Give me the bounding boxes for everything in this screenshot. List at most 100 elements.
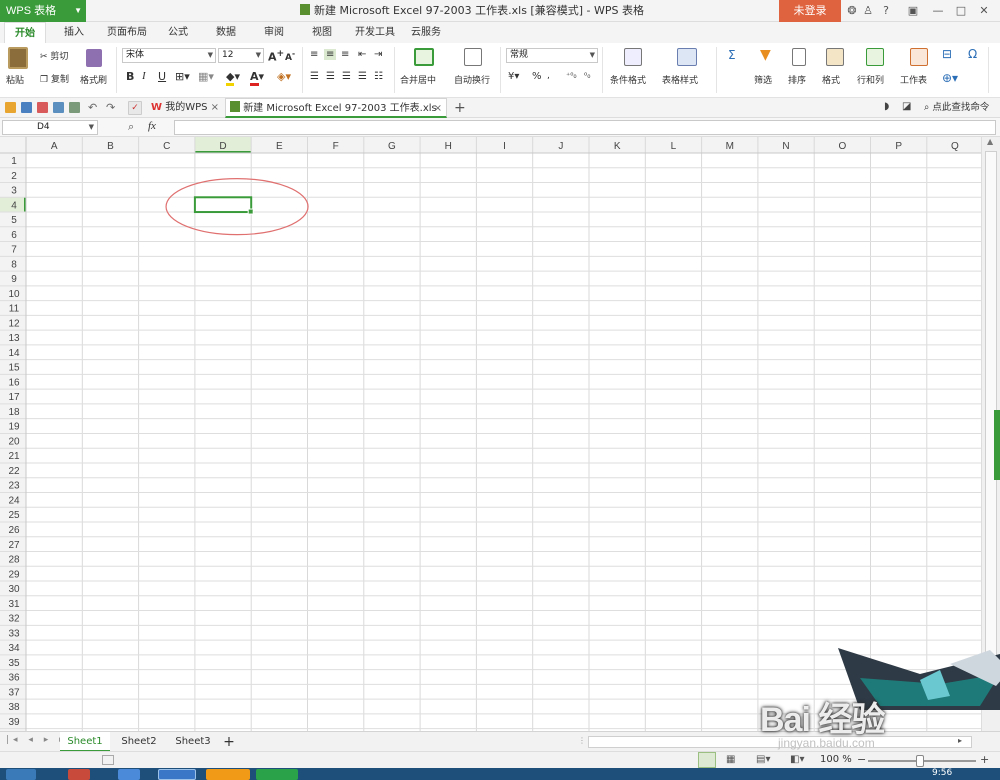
row-header-27[interactable]: 27 xyxy=(8,540,20,551)
row-header-23[interactable]: 23 xyxy=(8,481,20,492)
app-menu-button[interactable]: WPS 表格 ▼ xyxy=(0,0,86,22)
copy-button[interactable]: ❐ 复制 xyxy=(40,72,69,85)
row-header-13[interactable]: 13 xyxy=(8,333,20,344)
row-header-8[interactable]: 8 xyxy=(11,259,17,270)
restore-ribbon-icon[interactable]: ▣ xyxy=(904,0,922,22)
shirt-icon[interactable]: ♙ xyxy=(860,0,876,22)
row-header-6[interactable]: 6 xyxy=(11,230,17,241)
row-header-22[interactable]: 22 xyxy=(8,466,20,477)
sort-label[interactable]: 排序 xyxy=(788,73,806,86)
row-header-26[interactable]: 26 xyxy=(8,525,20,536)
taskbar-app-icon[interactable] xyxy=(206,769,250,780)
column-header-d[interactable]: D xyxy=(219,141,226,152)
tab-home[interactable]: 开始 xyxy=(4,22,46,43)
row-header-1[interactable]: 1 xyxy=(11,156,17,167)
row-header-28[interactable]: 28 xyxy=(8,555,20,566)
number-format-select[interactable]: 常规 ▼ xyxy=(506,48,598,63)
row-header-30[interactable]: 30 xyxy=(8,584,20,595)
fill-handle[interactable] xyxy=(247,208,254,215)
table-style-icon[interactable] xyxy=(677,48,697,69)
font-color-icon[interactable]: A▾ xyxy=(250,70,264,86)
row-header-11[interactable]: 11 xyxy=(9,304,20,315)
row-header-38[interactable]: 38 xyxy=(8,702,20,713)
paste-label[interactable]: 粘贴 xyxy=(6,73,24,86)
find-icon[interactable]: ⊕▾ xyxy=(942,71,958,85)
tab-cloud[interactable]: 云服务 xyxy=(406,22,446,43)
tab-developer[interactable]: 开发工具 xyxy=(350,22,400,43)
row-header-24[interactable]: 24 xyxy=(8,495,20,506)
freeze-icon[interactable]: ⊟ xyxy=(942,47,952,61)
column-header-f[interactable]: F xyxy=(333,141,339,152)
align-top-icon[interactable]: ≡ xyxy=(310,49,318,60)
start-button[interactable] xyxy=(6,769,36,780)
format-painter-icon[interactable] xyxy=(86,49,102,70)
tab-insert[interactable]: 插入 xyxy=(52,22,96,43)
undo-icon[interactable]: ↶ xyxy=(88,101,97,114)
zoom-out-button[interactable]: − xyxy=(857,753,866,766)
column-header-o[interactable]: O xyxy=(838,141,846,152)
fill-color-icon[interactable]: ◆▾ xyxy=(226,70,240,86)
doc-tab-mywps[interactable]: W 我的WPS × xyxy=(147,98,223,118)
font-size-select[interactable]: 12 ▼ xyxy=(218,48,264,63)
row-header-37[interactable]: 37 xyxy=(8,687,20,698)
worksheet-label[interactable]: 工作表 xyxy=(900,73,927,86)
close-tab-icon[interactable]: × xyxy=(434,99,442,119)
filter-label[interactable]: 筛选 xyxy=(754,73,772,86)
scroll-right-icon[interactable]: ▸ xyxy=(958,736,962,745)
taskbar-app-icon[interactable] xyxy=(68,769,90,780)
tab-view[interactable]: 视图 xyxy=(302,22,342,43)
column-header-n[interactable]: N xyxy=(782,141,789,152)
row-header-7[interactable]: 7 xyxy=(11,245,17,256)
underline-button[interactable]: U xyxy=(158,70,166,83)
scroll-up-icon[interactable]: ▲ xyxy=(987,137,993,146)
align-right-icon[interactable]: ☰ xyxy=(342,71,351,82)
indent-increase-icon[interactable]: ⇥ xyxy=(374,49,382,60)
fx-button[interactable]: fx xyxy=(148,120,156,132)
split-handle-icon[interactable]: ⋮ xyxy=(578,736,586,745)
symbol-button[interactable]: Ω xyxy=(968,47,977,61)
help-button[interactable]: ? xyxy=(879,0,893,22)
row-header-31[interactable]: 31 xyxy=(8,599,20,610)
row-header-21[interactable]: 21 xyxy=(8,451,20,462)
macro-icon[interactable] xyxy=(102,755,114,765)
borders-icon[interactable]: ⊞▾ xyxy=(175,70,190,83)
taskbar-app-icon[interactable] xyxy=(256,769,298,780)
row-header-14[interactable]: 14 xyxy=(8,348,20,359)
row-header-25[interactable]: 25 xyxy=(8,510,20,521)
zoom-search-icon[interactable]: ⌕ xyxy=(128,120,134,134)
pin-icon[interactable]: ✓ xyxy=(128,101,142,115)
minimize-icon[interactable]: — xyxy=(930,0,946,22)
close-tab-icon[interactable]: × xyxy=(211,98,219,118)
fill-pattern-icon[interactable]: ▦▾ xyxy=(198,70,214,83)
row-header-16[interactable]: 16 xyxy=(8,377,20,388)
align-left-icon[interactable]: ☰ xyxy=(310,71,319,82)
row-header-9[interactable]: 9 xyxy=(11,274,17,285)
tab-page-layout[interactable]: 页面布局 xyxy=(102,22,152,43)
row-header-4[interactable]: 4 xyxy=(11,200,17,211)
skin-icon[interactable]: ❂ xyxy=(845,0,859,22)
grid-canvas[interactable]: A B C D E F G H I J K L M N O P Q12345678910111213141516… xyxy=(0,137,981,731)
name-box[interactable]: D4 ▼ xyxy=(2,120,98,135)
distributed-icon[interactable]: ☷ xyxy=(374,71,383,82)
increase-font-icon[interactable]: A+ xyxy=(268,48,284,64)
share-icon[interactable]: ◪ xyxy=(902,101,911,112)
selected-cell[interactable] xyxy=(193,196,253,214)
row-header-5[interactable]: 5 xyxy=(11,215,17,226)
percent-button[interactable]: % xyxy=(532,71,542,82)
zoom-slider-thumb[interactable] xyxy=(916,755,924,767)
thousands-icon[interactable]: , xyxy=(547,71,550,81)
tab-data[interactable]: 数据 xyxy=(206,22,246,43)
row-header-20[interactable]: 20 xyxy=(8,436,20,447)
print-icon[interactable] xyxy=(53,102,64,113)
close-icon[interactable]: ✕ xyxy=(976,0,992,22)
row-header-34[interactable]: 34 xyxy=(8,643,20,654)
row-header-32[interactable]: 32 xyxy=(8,614,20,625)
column-header-j[interactable]: J xyxy=(558,141,563,152)
conditional-format-label[interactable]: 条件格式 xyxy=(610,73,646,86)
column-header-i[interactable]: I xyxy=(503,141,506,152)
italic-button[interactable]: I xyxy=(142,70,146,82)
filter-icon[interactable]: ▼ xyxy=(760,47,771,63)
clear-format-icon[interactable]: ◈▾ xyxy=(277,70,291,83)
login-button[interactable]: 未登录 xyxy=(779,0,841,22)
increase-decimal-icon[interactable]: ⁺⁰₀ xyxy=(566,71,577,80)
